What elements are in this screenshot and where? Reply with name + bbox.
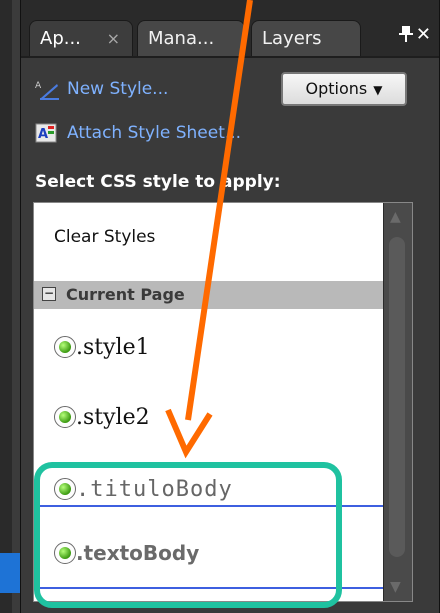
annotation-arrow-shaft [185, 0, 253, 421]
annotation-highlight-box [34, 462, 342, 608]
